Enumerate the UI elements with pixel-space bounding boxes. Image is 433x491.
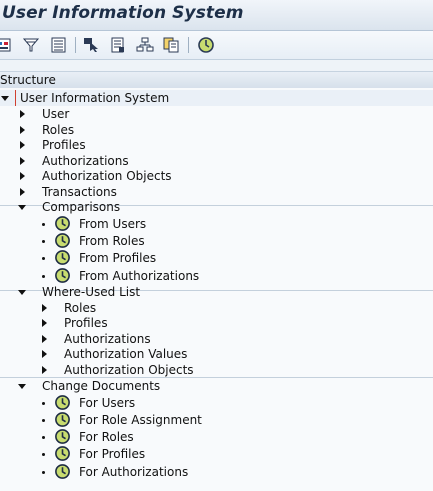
selection-marker: [15, 90, 16, 106]
expand-arrow-icon[interactable]: [20, 126, 25, 134]
execute-clock-icon[interactable]: [54, 463, 71, 480]
tree-panel: User Information System User Roles Profiles…: [0, 88, 433, 491]
bullet-icon: [42, 402, 45, 405]
tree-item-label: For Role Assignment: [79, 413, 202, 427]
tree-item-label: From Roles: [79, 234, 145, 248]
tree-item-label: Roles: [64, 301, 97, 315]
expand-arrow-icon[interactable]: [42, 319, 47, 327]
bullet-icon: [42, 453, 45, 456]
tree-item[interactable]: From Profiles: [0, 250, 433, 266]
execute-clock-icon[interactable]: [54, 267, 71, 284]
bullet-icon: [42, 223, 45, 226]
tree-item-label: Roles: [42, 123, 75, 137]
tree-item-label: Authorization Objects: [42, 169, 172, 183]
tree-item[interactable]: Authorizations: [0, 153, 433, 169]
tree-item[interactable]: Authorizations: [0, 331, 433, 347]
tree-item[interactable]: For Users: [0, 395, 433, 411]
bullet-icon: [42, 240, 45, 243]
tree-item-label: Authorizations: [42, 154, 129, 168]
tree-item[interactable]: Roles: [0, 122, 433, 138]
tree-item[interactable]: Authorization Objects: [0, 362, 433, 378]
tree-item[interactable]: From Authorizations: [0, 268, 433, 284]
document-icon[interactable]: [108, 35, 128, 55]
window-title: User Information System: [2, 3, 244, 23]
expand-arrow-icon[interactable]: [20, 141, 25, 149]
execute-clock-icon[interactable]: [54, 394, 71, 411]
expand-arrow-icon[interactable]: [42, 304, 47, 312]
execute-clock-icon[interactable]: [54, 428, 71, 445]
tree-item-label: For Authorizations: [79, 465, 189, 479]
tree-item-label: From Profiles: [79, 251, 157, 265]
expand-arrow-icon[interactable]: [42, 350, 47, 358]
tree-item-label: From Users: [79, 217, 147, 231]
tree-item[interactable]: For Role Assignment: [0, 412, 433, 428]
expand-arrow-icon[interactable]: [20, 188, 25, 196]
execute-clock-icon[interactable]: [54, 232, 71, 249]
execute-clock-icon[interactable]: [196, 35, 216, 55]
expand-arrow-icon[interactable]: [42, 335, 47, 343]
tree-item[interactable]: Profiles: [0, 315, 433, 331]
tree-item-label: Authorization Objects: [64, 363, 194, 377]
tree-item[interactable]: Profiles: [0, 137, 433, 153]
tree-item[interactable]: Authorization Objects: [0, 168, 433, 184]
tree-item[interactable]: Where-Used List: [0, 284, 433, 300]
sap-window: User Information System Structure User I…: [0, 0, 433, 491]
execute-clock-icon[interactable]: [54, 411, 71, 428]
collapse-arrow-icon[interactable]: [18, 290, 26, 295]
tree-item-label: Change Documents: [42, 379, 161, 393]
layout-icon[interactable]: [0, 35, 14, 55]
execute-clock-icon[interactable]: [54, 215, 71, 232]
tree-root-label: User Information System: [20, 91, 170, 105]
expand-arrow-icon[interactable]: [20, 157, 25, 165]
tree-item[interactable]: For Profiles: [0, 446, 433, 462]
tree-item-label: For Profiles: [79, 447, 146, 461]
tree-item-label: Comparisons: [42, 200, 121, 214]
tree-item-label: For Roles: [79, 430, 134, 444]
bullet-icon: [42, 275, 45, 278]
tree-item-label: Profiles: [64, 316, 108, 330]
title-bar: User Information System: [0, 0, 433, 31]
tree-item[interactable]: For Authorizations: [0, 464, 433, 480]
tree-item-label: User: [42, 107, 70, 121]
bullet-icon: [42, 419, 45, 422]
tree-item-label: Authorization Values: [64, 347, 188, 361]
tree-item[interactable]: For Roles: [0, 429, 433, 445]
tree-item[interactable]: User: [0, 106, 433, 122]
copy-icon[interactable]: [161, 35, 181, 55]
tree-item-label: From Authorizations: [79, 269, 200, 283]
bullet-icon: [42, 257, 45, 260]
tree-item-label: Profiles: [42, 138, 86, 152]
tree-item[interactable]: Roles: [0, 300, 433, 316]
toolbar-separator: [75, 37, 76, 53]
tree-item[interactable]: Comparisons: [0, 199, 433, 215]
tree-item-label: Where-Used List: [42, 285, 141, 299]
bullet-icon: [42, 436, 45, 439]
list-icon[interactable]: [49, 35, 69, 55]
filter-icon[interactable]: [21, 35, 41, 55]
tree-item[interactable]: Authorization Values: [0, 346, 433, 362]
application-toolbar: [0, 31, 433, 60]
tree-item-label: For Users: [79, 396, 136, 410]
hierarchy-icon[interactable]: [135, 35, 155, 55]
bullet-icon: [42, 471, 45, 474]
structure-title: Structure: [0, 73, 56, 87]
tree-item[interactable]: Transactions: [0, 184, 433, 200]
collapse-arrow-icon[interactable]: [18, 384, 26, 389]
find-icon[interactable]: [82, 35, 102, 55]
expand-arrow-icon[interactable]: [42, 366, 47, 374]
tree-item-label: Authorizations: [64, 332, 151, 346]
expand-arrow-icon[interactable]: [20, 172, 25, 180]
tree-root-row[interactable]: User Information System: [0, 90, 433, 106]
expand-arrow-icon[interactable]: [20, 110, 25, 118]
tree-item[interactable]: Change Documents: [0, 378, 433, 394]
tree-item[interactable]: From Users: [0, 216, 433, 232]
tree-item-label: Transactions: [42, 185, 117, 199]
toolbar-separator: [188, 37, 189, 53]
expand-arrow-icon[interactable]: [1, 96, 9, 101]
collapse-arrow-icon[interactable]: [18, 205, 26, 210]
execute-clock-icon[interactable]: [54, 249, 71, 266]
tree-item[interactable]: From Roles: [0, 233, 433, 249]
execute-clock-icon[interactable]: [54, 445, 71, 462]
